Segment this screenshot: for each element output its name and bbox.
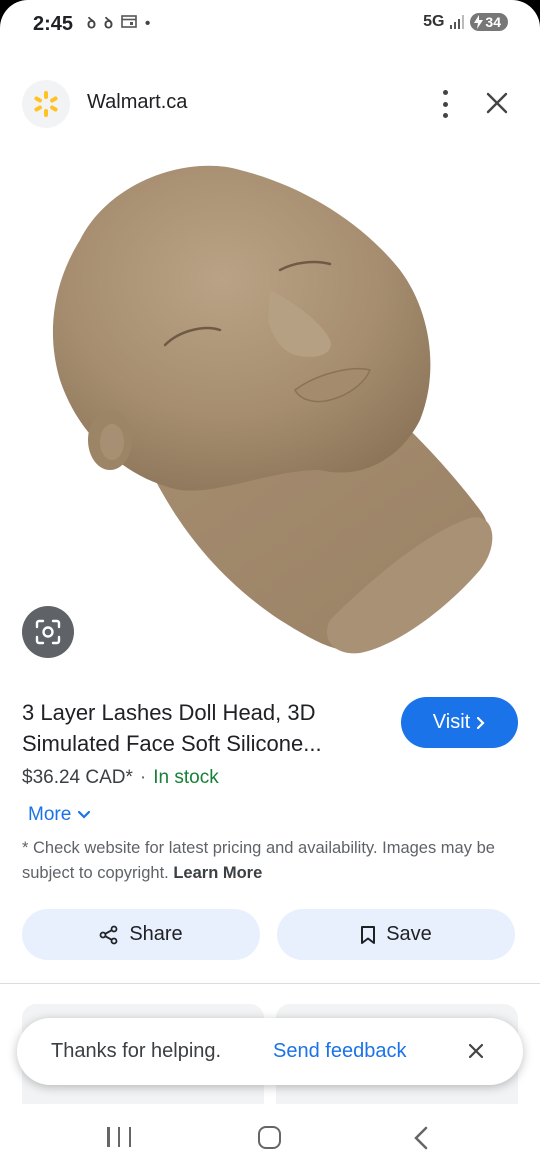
status-time: 2:45 xyxy=(33,13,74,35)
visit-button[interactable]: Visit xyxy=(401,697,518,748)
more-toggle[interactable]: More xyxy=(28,804,91,826)
dot-icon: • xyxy=(145,14,151,32)
notification-icon: ꝺ xyxy=(87,15,96,32)
bookmark-icon xyxy=(361,925,376,944)
calendar-icon xyxy=(121,14,137,32)
recents-icon[interactable] xyxy=(107,1127,131,1149)
notification-icon: ꝺ xyxy=(104,15,113,32)
result-header: Walmart.ca xyxy=(22,78,510,130)
save-label: Save xyxy=(386,923,432,945)
learn-more-link[interactable]: Learn More xyxy=(173,864,262,882)
signal-icon xyxy=(450,15,465,29)
site-name[interactable]: Walmart.ca xyxy=(87,91,187,114)
snackbar-text: Thanks for helping. xyxy=(51,1040,222,1062)
status-bar: 2:45 ꝺ ꝺ • 5G 34 xyxy=(0,0,540,52)
close-icon[interactable] xyxy=(484,90,510,116)
navigation-bar xyxy=(0,1104,540,1170)
separator: · xyxy=(139,767,147,788)
product-title[interactable]: 3 Layer Lashes Doll Head, 3D Simulated F… xyxy=(22,697,382,759)
walmart-logo-icon xyxy=(22,80,70,128)
share-label: Share xyxy=(129,923,183,945)
feedback-snackbar: Thanks for helping. Send feedback xyxy=(17,1018,523,1085)
send-feedback-button[interactable]: Send feedback xyxy=(273,1040,406,1063)
chevron-right-icon xyxy=(477,716,485,729)
network-type: 5G xyxy=(423,13,445,30)
save-button[interactable]: Save xyxy=(277,909,515,960)
product-price: $36.24 CAD* xyxy=(22,767,133,788)
share-icon xyxy=(99,925,118,944)
chevron-down-icon xyxy=(78,810,91,819)
more-label: More xyxy=(28,804,72,825)
home-icon[interactable] xyxy=(258,1126,281,1149)
battery-level: 34 xyxy=(485,14,501,30)
battery-indicator: 34 xyxy=(470,13,508,31)
divider xyxy=(0,983,540,984)
disclaimer: * Check website for latest pricing and a… xyxy=(22,836,502,886)
charging-bolt-icon xyxy=(474,15,484,29)
lens-search-icon[interactable] xyxy=(22,606,74,658)
close-icon[interactable] xyxy=(467,1042,485,1060)
stock-status: In stock xyxy=(153,767,219,788)
back-icon[interactable] xyxy=(412,1126,432,1150)
more-options-icon[interactable] xyxy=(438,90,452,118)
price-row: $36.24 CAD* · In stock xyxy=(22,767,219,789)
visit-label: Visit xyxy=(432,711,471,733)
share-button[interactable]: Share xyxy=(22,909,260,960)
product-image[interactable] xyxy=(0,150,540,670)
status-notification-icons: ꝺ ꝺ • xyxy=(87,13,150,33)
